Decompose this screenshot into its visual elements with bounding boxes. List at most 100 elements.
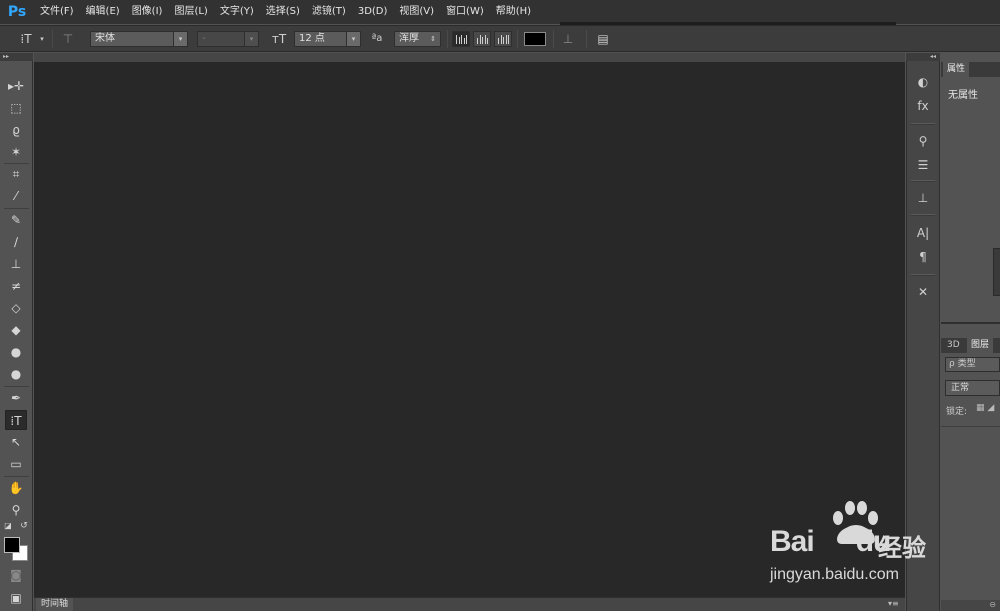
- menu-select[interactable]: 选择(S): [260, 0, 306, 24]
- lasso-tool-icon[interactable]: ϱ: [5, 120, 27, 140]
- tools-icon[interactable]: ✕: [913, 282, 933, 302]
- properties-empty-text: 无属性: [948, 90, 978, 101]
- character-icon[interactable]: A|: [913, 223, 933, 243]
- eraser-tool-icon[interactable]: ◇: [5, 298, 27, 318]
- layers-tabbar: 3D 图层: [941, 338, 1000, 353]
- brush-tool-icon[interactable]: ∕: [5, 232, 27, 252]
- default-colors-icon[interactable]: ◪: [2, 520, 14, 532]
- warp-text-icon[interactable]: ⊥: [558, 31, 578, 47]
- updown-icon: ⇕: [426, 32, 440, 46]
- chevron-down-icon[interactable]: ▾: [37, 31, 47, 47]
- font-style-select[interactable]: - ▾: [197, 31, 259, 47]
- tab-3d[interactable]: 3D: [943, 338, 964, 353]
- lock-label: 锁定:: [946, 407, 968, 417]
- timeline-bar: [34, 597, 905, 611]
- quick-mask-icon[interactable]: ◙: [5, 565, 27, 585]
- paint-bucket-tool-icon[interactable]: ◆: [5, 320, 27, 340]
- font-size-icon: тT: [271, 32, 287, 46]
- history-brush-tool-icon[interactable]: ≠: [5, 276, 27, 296]
- divider: [4, 476, 29, 477]
- divider: [553, 30, 554, 48]
- font-family-value: 宋体: [95, 33, 115, 44]
- align-left-button[interactable]: [452, 31, 470, 47]
- move-tool-icon[interactable]: ▸✛: [5, 76, 27, 96]
- antialias-select[interactable]: 浑厚 ⇕: [394, 31, 441, 47]
- swap-colors-icon[interactable]: ↺: [18, 520, 30, 532]
- chevron-down-icon: ▾: [244, 32, 258, 46]
- stamp-tool-icon[interactable]: ⊥: [5, 254, 27, 274]
- baidu-watermark: Bai du 经验 jingyan.baidu.com: [766, 500, 966, 590]
- crop-tool-icon[interactable]: ⌗: [5, 164, 27, 184]
- hand-tool-icon[interactable]: ✋: [5, 478, 27, 498]
- clone-source-icon[interactable]: ⊥: [913, 188, 933, 208]
- tab-properties[interactable]: 属性: [943, 62, 970, 77]
- panel-scroll-handle[interactable]: [993, 248, 1000, 296]
- divider: [911, 274, 935, 276]
- menu-edit[interactable]: 编辑(E): [80, 0, 126, 24]
- dodge-tool-icon[interactable]: ●: [5, 364, 27, 384]
- marquee-tool-icon[interactable]: ⬚: [5, 98, 27, 118]
- divider: [941, 322, 1000, 324]
- divider: [4, 386, 29, 387]
- panel-menu-icon[interactable]: ▾≡: [888, 599, 899, 609]
- divider: [586, 30, 587, 48]
- blur-tool-icon[interactable]: ●: [5, 342, 27, 362]
- menu-view[interactable]: 视图(V): [393, 0, 440, 24]
- watermark-url: jingyan.baidu.com: [770, 566, 899, 583]
- tool-options-icon[interactable]: ☰: [913, 155, 933, 175]
- align-right-button[interactable]: [494, 31, 512, 47]
- menu-layer[interactable]: 图层(L): [168, 0, 213, 24]
- blend-mode-select[interactable]: 正常: [945, 380, 1000, 396]
- type-tool-icon[interactable]: ⁞T: [5, 410, 27, 430]
- panel-collapse-icon[interactable]: ▸▸: [0, 53, 33, 61]
- font-style-value: -: [202, 33, 206, 44]
- align-right-icon: [498, 35, 509, 44]
- foreground-color-swatch[interactable]: [4, 537, 20, 553]
- menu-type[interactable]: 文字(Y): [214, 0, 260, 24]
- chevron-down-icon: ▾: [346, 32, 360, 46]
- layers-filter-select[interactable]: ρ 类型: [945, 357, 1000, 372]
- chevron-down-icon: ▾: [173, 32, 187, 46]
- styles-icon[interactable]: fx: [913, 96, 933, 116]
- brush-presets-icon[interactable]: ⚲: [913, 131, 933, 151]
- zoom-tool-icon[interactable]: ⚲: [5, 500, 27, 520]
- watermark-brand: Bai du: [770, 525, 891, 558]
- divider: [4, 208, 29, 209]
- eyedropper-tool-icon[interactable]: ⁄: [5, 186, 27, 206]
- divider: [941, 426, 1000, 427]
- menu-3d[interactable]: 3D(D): [352, 0, 394, 24]
- menu-filter[interactable]: 滤镜(T): [306, 0, 352, 24]
- divider: [447, 30, 448, 48]
- document-tab-strip: [34, 53, 905, 62]
- app-logo: Ps: [7, 4, 27, 20]
- magic-wand-tool-icon[interactable]: ✶: [5, 142, 27, 162]
- watermark-cn: 经验: [878, 534, 926, 562]
- align-center-button[interactable]: [473, 31, 491, 47]
- divider: [52, 30, 53, 48]
- tab-layers[interactable]: 图层: [967, 338, 994, 353]
- link-layers-icon[interactable]: ⊖: [941, 600, 1000, 611]
- menu-file[interactable]: 文件(F): [34, 0, 80, 24]
- shape-tool-icon[interactable]: ▭: [5, 454, 27, 474]
- screen-mode-icon[interactable]: ▣: [5, 588, 27, 608]
- menu-image[interactable]: 图像(I): [126, 0, 169, 24]
- paragraph-icon[interactable]: ¶: [913, 247, 933, 267]
- pen-tool-icon[interactable]: ✒: [5, 388, 27, 408]
- options-bar: ⁞T ▾ ⊤ 宋体 ▾ - ▾ тT 12 点 ▾ ªa 浑厚 ⇕ ⊥ ▤: [0, 25, 1000, 52]
- path-selection-tool-icon[interactable]: ↖: [5, 432, 27, 452]
- lock-icons[interactable]: ▦ ◢: [976, 403, 994, 413]
- font-family-select[interactable]: 宋体 ▾: [90, 31, 188, 47]
- menu-window[interactable]: 窗口(W): [440, 0, 490, 24]
- align-center-icon: [477, 35, 488, 44]
- menu-help[interactable]: 帮助(H): [490, 0, 537, 24]
- healing-brush-tool-icon[interactable]: ✎: [5, 210, 27, 230]
- text-orientation-icon[interactable]: ⊤: [58, 31, 78, 47]
- font-size-select[interactable]: 12 点 ▾: [294, 31, 361, 47]
- text-color-swatch[interactable]: [524, 32, 546, 46]
- type-tool-icon[interactable]: ⁞T: [14, 31, 38, 47]
- adjustments-icon[interactable]: ◐: [913, 72, 933, 92]
- timeline-tab[interactable]: 时间轴: [36, 598, 74, 611]
- divider: [517, 30, 518, 48]
- character-panel-icon[interactable]: ▤: [593, 31, 613, 47]
- dock-collapse-icon[interactable]: ◂◂: [906, 53, 940, 61]
